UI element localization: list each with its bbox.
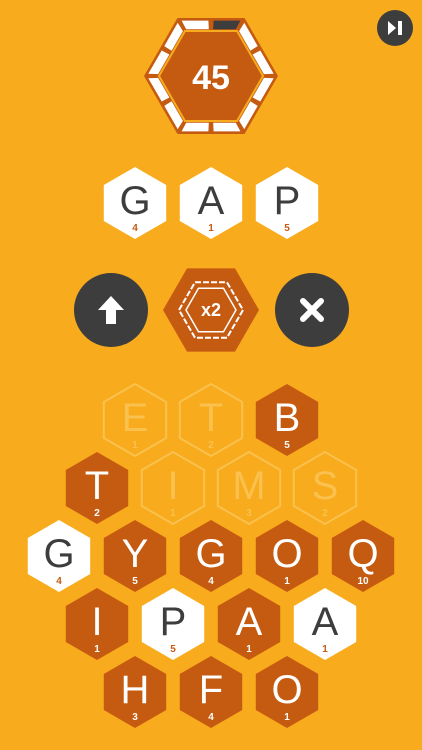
tile-letter: G: [43, 532, 74, 576]
tile-score: 1: [132, 440, 138, 451]
tile-letter: I: [167, 464, 178, 508]
tile-score: 2: [208, 440, 214, 451]
tile-score: 1: [170, 508, 176, 519]
board-tile[interactable]: E1: [102, 383, 168, 457]
tile-letter: T: [85, 464, 109, 508]
tile-score: 2: [322, 508, 328, 519]
tile-score: 1: [94, 644, 100, 655]
tile-score: 4: [56, 576, 62, 587]
board-tile[interactable]: B5: [255, 384, 319, 456]
tile-letter: A: [198, 179, 225, 223]
tile-letter: O: [271, 532, 302, 576]
board-tile[interactable]: T2: [178, 383, 244, 457]
tile-score: 1: [284, 712, 290, 723]
board-tile[interactable]: A1: [217, 588, 281, 660]
tile-letter: T: [199, 396, 223, 440]
word-tile[interactable]: G4: [103, 167, 167, 239]
board-tile[interactable]: O1: [255, 520, 319, 592]
board-tile[interactable]: T2: [65, 452, 129, 524]
tile-letter: P: [274, 179, 301, 223]
tile-letter: A: [312, 600, 339, 644]
tile-score: 3: [246, 508, 252, 519]
tile-score: 1: [284, 576, 290, 587]
timer-segment: [181, 122, 209, 132]
tile-score: 3: [132, 712, 138, 723]
board-tile[interactable]: H3: [103, 656, 167, 728]
timer-segment: [213, 122, 241, 132]
tile-letter: M: [232, 464, 265, 508]
tile-letter: P: [160, 600, 187, 644]
tile-score: 5: [284, 223, 290, 234]
tile-letter: S: [312, 464, 339, 508]
current-word: G4A1P5: [103, 167, 319, 239]
word-tile[interactable]: P5: [255, 167, 319, 239]
tile-letter: I: [91, 600, 102, 644]
board-tile[interactable]: S2: [292, 451, 358, 525]
tile-score: 4: [208, 712, 214, 723]
board-tile[interactable]: G4: [27, 520, 91, 592]
timer-segment: [213, 20, 241, 30]
tile-letter: Q: [347, 532, 378, 576]
arrow-up-icon: [98, 296, 124, 324]
tile-letter: A: [236, 600, 263, 644]
tile-score: 10: [357, 576, 369, 587]
tile-letter: O: [271, 668, 302, 712]
timer-value: 45: [192, 59, 230, 97]
tile-letter: Y: [122, 532, 149, 576]
tile-score: 1: [246, 644, 252, 655]
tile-score: 4: [132, 223, 138, 234]
tile-letter: H: [121, 668, 150, 712]
tile-letter: G: [119, 179, 150, 223]
tile-score: 1: [322, 644, 328, 655]
board-tile[interactable]: I1: [140, 451, 206, 525]
board-tile[interactable]: I1: [65, 588, 129, 660]
clear-button[interactable]: [275, 273, 349, 347]
multiplier-label: x2: [200, 300, 222, 320]
game-board: G4A1P5 E1T2B5T2I1M3S2G4Y5G4O1Q10I1P5A1A1…: [27, 18, 395, 728]
board-tile[interactable]: F4: [179, 656, 243, 728]
board-tile[interactable]: P5: [141, 588, 205, 660]
tile-score: 4: [208, 576, 214, 587]
tile-letter: B: [274, 396, 301, 440]
board-tile[interactable]: Q10: [331, 520, 395, 592]
board-tile[interactable]: Y5: [103, 520, 167, 592]
tile-score: 5: [132, 576, 138, 587]
timer-segment: [181, 20, 209, 30]
tile-letter: F: [199, 668, 223, 712]
letter-grid: E1T2B5T2I1M3S2G4Y5G4O1Q10I1P5A1A1H3F4O1: [27, 383, 395, 728]
tile-score: 5: [170, 644, 176, 655]
close-icon: [300, 298, 324, 322]
tile-score: 5: [284, 440, 290, 451]
submit-button[interactable]: [74, 273, 148, 347]
word-tile[interactable]: A1: [179, 167, 243, 239]
tile-letter: E: [122, 396, 149, 440]
tile-letter: G: [195, 532, 226, 576]
board-tile[interactable]: G4: [179, 520, 243, 592]
tile-score: 1: [208, 223, 214, 234]
board-tile[interactable]: M3: [216, 451, 282, 525]
board-tile[interactable]: A1: [293, 588, 357, 660]
tile-score: 2: [94, 508, 100, 519]
board-tile[interactable]: O1: [255, 656, 319, 728]
